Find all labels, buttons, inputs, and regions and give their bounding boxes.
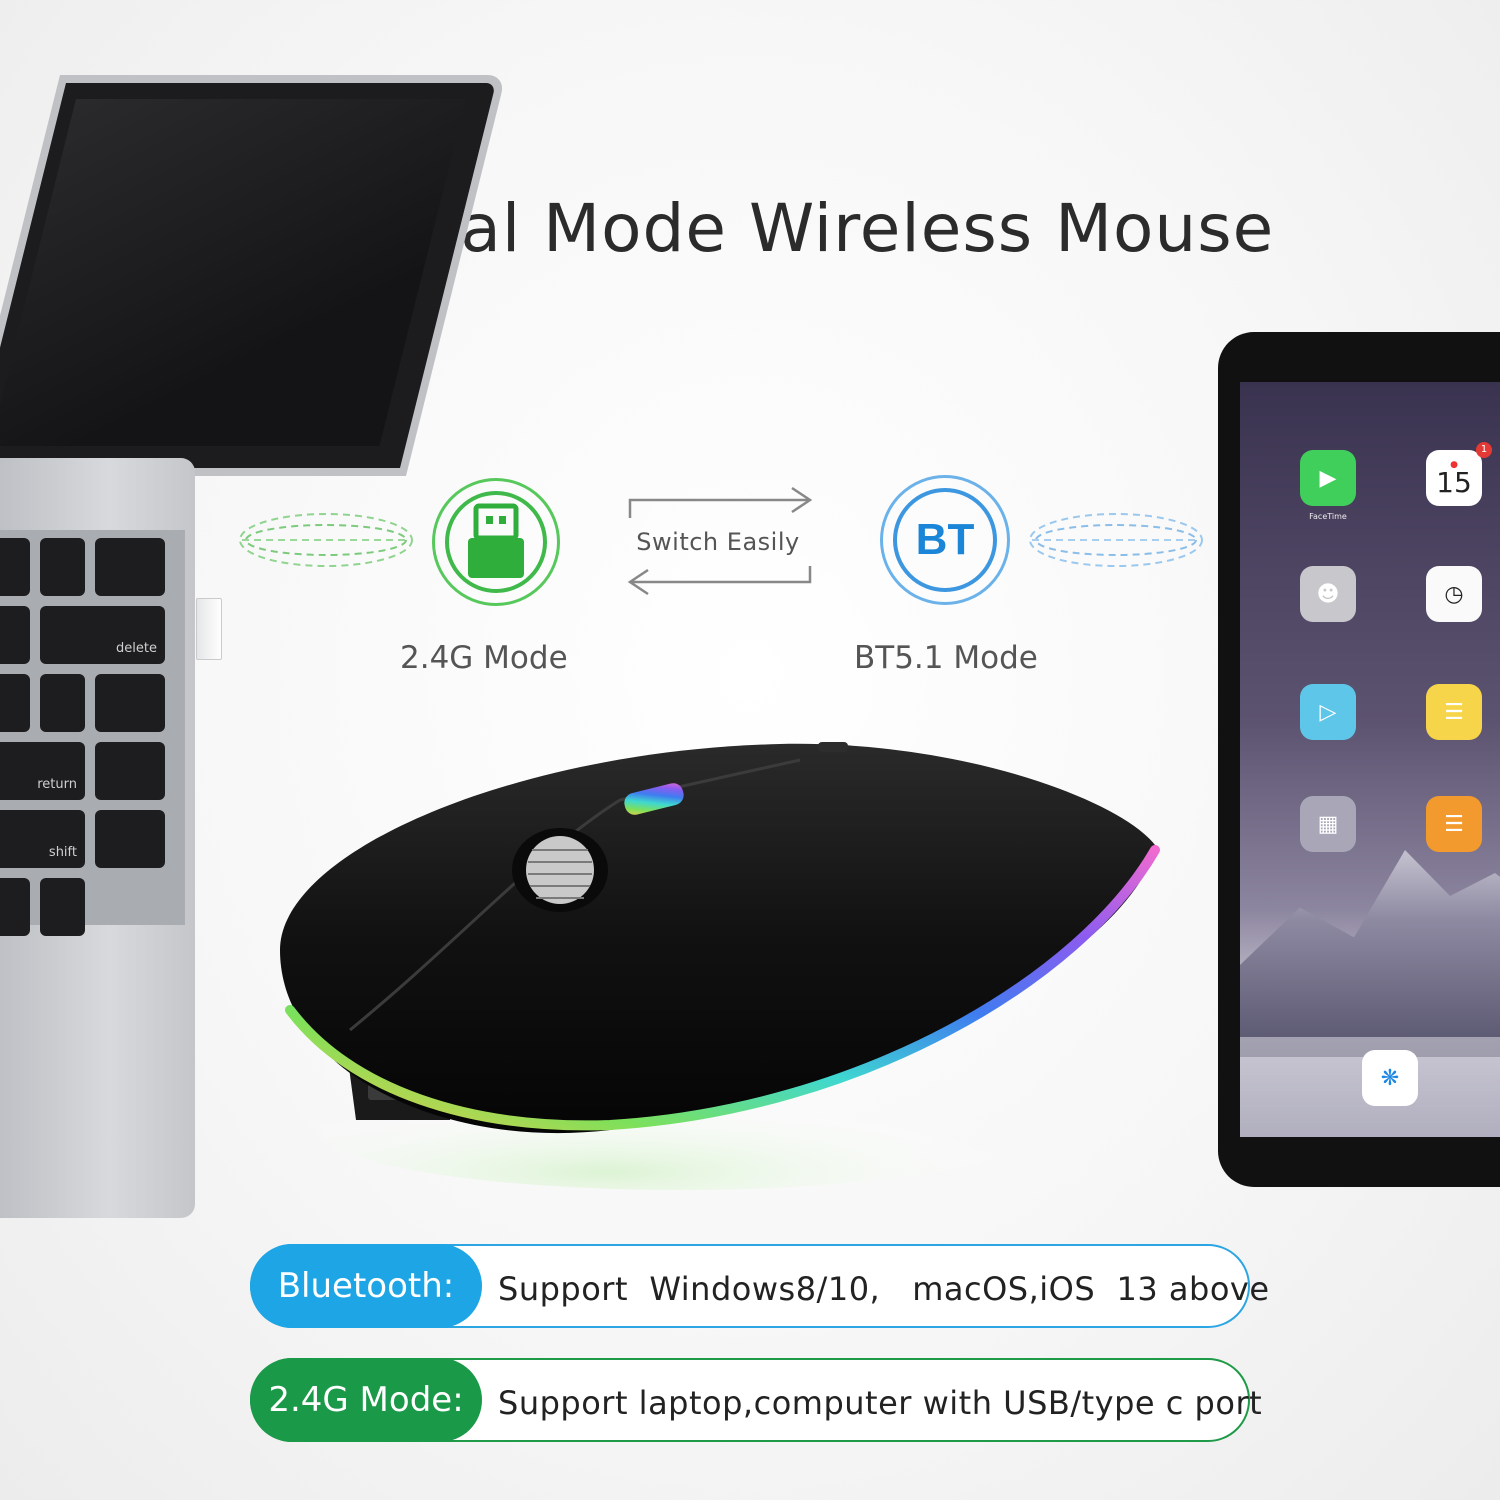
tablet-screen: ▶ FaceTime ● 15 1 ☻ ◷ ▷ ☰ ▦ ☰ ❋ <box>1240 382 1500 1137</box>
key <box>95 810 165 868</box>
arrow-left-icon <box>627 566 812 596</box>
clips-icon: ▷ <box>1300 684 1356 740</box>
tablet: ▶ FaceTime ● 15 1 ☻ ◷ ▷ ☰ ▦ ☰ ❋ <box>1218 332 1500 1187</box>
books-icon: ☰ <box>1426 796 1482 852</box>
laptop-screen <box>0 75 506 476</box>
key <box>95 674 165 732</box>
bt-mode-label: BT5.1 Mode <box>854 640 1038 676</box>
usb-support-text: Support laptop,computer with USB/type c … <box>498 1384 1263 1422</box>
key-shift: shift <box>0 810 85 868</box>
key <box>0 674 30 732</box>
key <box>95 538 165 596</box>
wireless-mouse <box>280 742 1160 1190</box>
contacts-icon: ☻ <box>1300 566 1356 622</box>
key <box>40 674 85 732</box>
folder-icon: ▦ <box>1300 796 1356 852</box>
key <box>40 538 85 596</box>
usb-mode-label: 2.4G Mode <box>400 640 568 676</box>
notes-icon: ☰ <box>1426 684 1482 740</box>
usb-receiver <box>196 598 222 660</box>
key <box>40 878 85 936</box>
signal-wave-blue-icon <box>1029 513 1203 567</box>
signal-wave-green-icon <box>239 513 413 567</box>
safari-icon: ❋ <box>1362 1050 1418 1106</box>
bluetooth-support-text: Support Windows8/10, macOS,iOS 13 above <box>498 1270 1270 1308</box>
usb-icon <box>445 491 547 593</box>
laptop-keyboard: delete return shift <box>0 530 185 936</box>
key <box>0 878 30 936</box>
clock-icon: ◷ <box>1426 566 1482 622</box>
calendar-icon: ● 15 <box>1426 450 1482 506</box>
notification-badge: 1 <box>1476 442 1492 458</box>
bluetooth-tag: Bluetooth: <box>250 1244 482 1328</box>
bluetooth-icon-text: BT <box>915 515 975 564</box>
usb-mode-tag: 2.4G Mode: <box>250 1358 482 1442</box>
switch-label: Switch Easily <box>636 528 800 556</box>
key-delete: delete <box>40 606 165 664</box>
wallpaper-mountain <box>1240 850 1500 1057</box>
arrow-right-icon <box>628 486 813 518</box>
key <box>0 538 30 596</box>
facetime-icon: ▶ <box>1300 450 1356 506</box>
key-return: return <box>0 742 85 800</box>
app-label: FaceTime <box>1309 512 1347 521</box>
key <box>0 606 30 664</box>
key <box>95 742 165 800</box>
